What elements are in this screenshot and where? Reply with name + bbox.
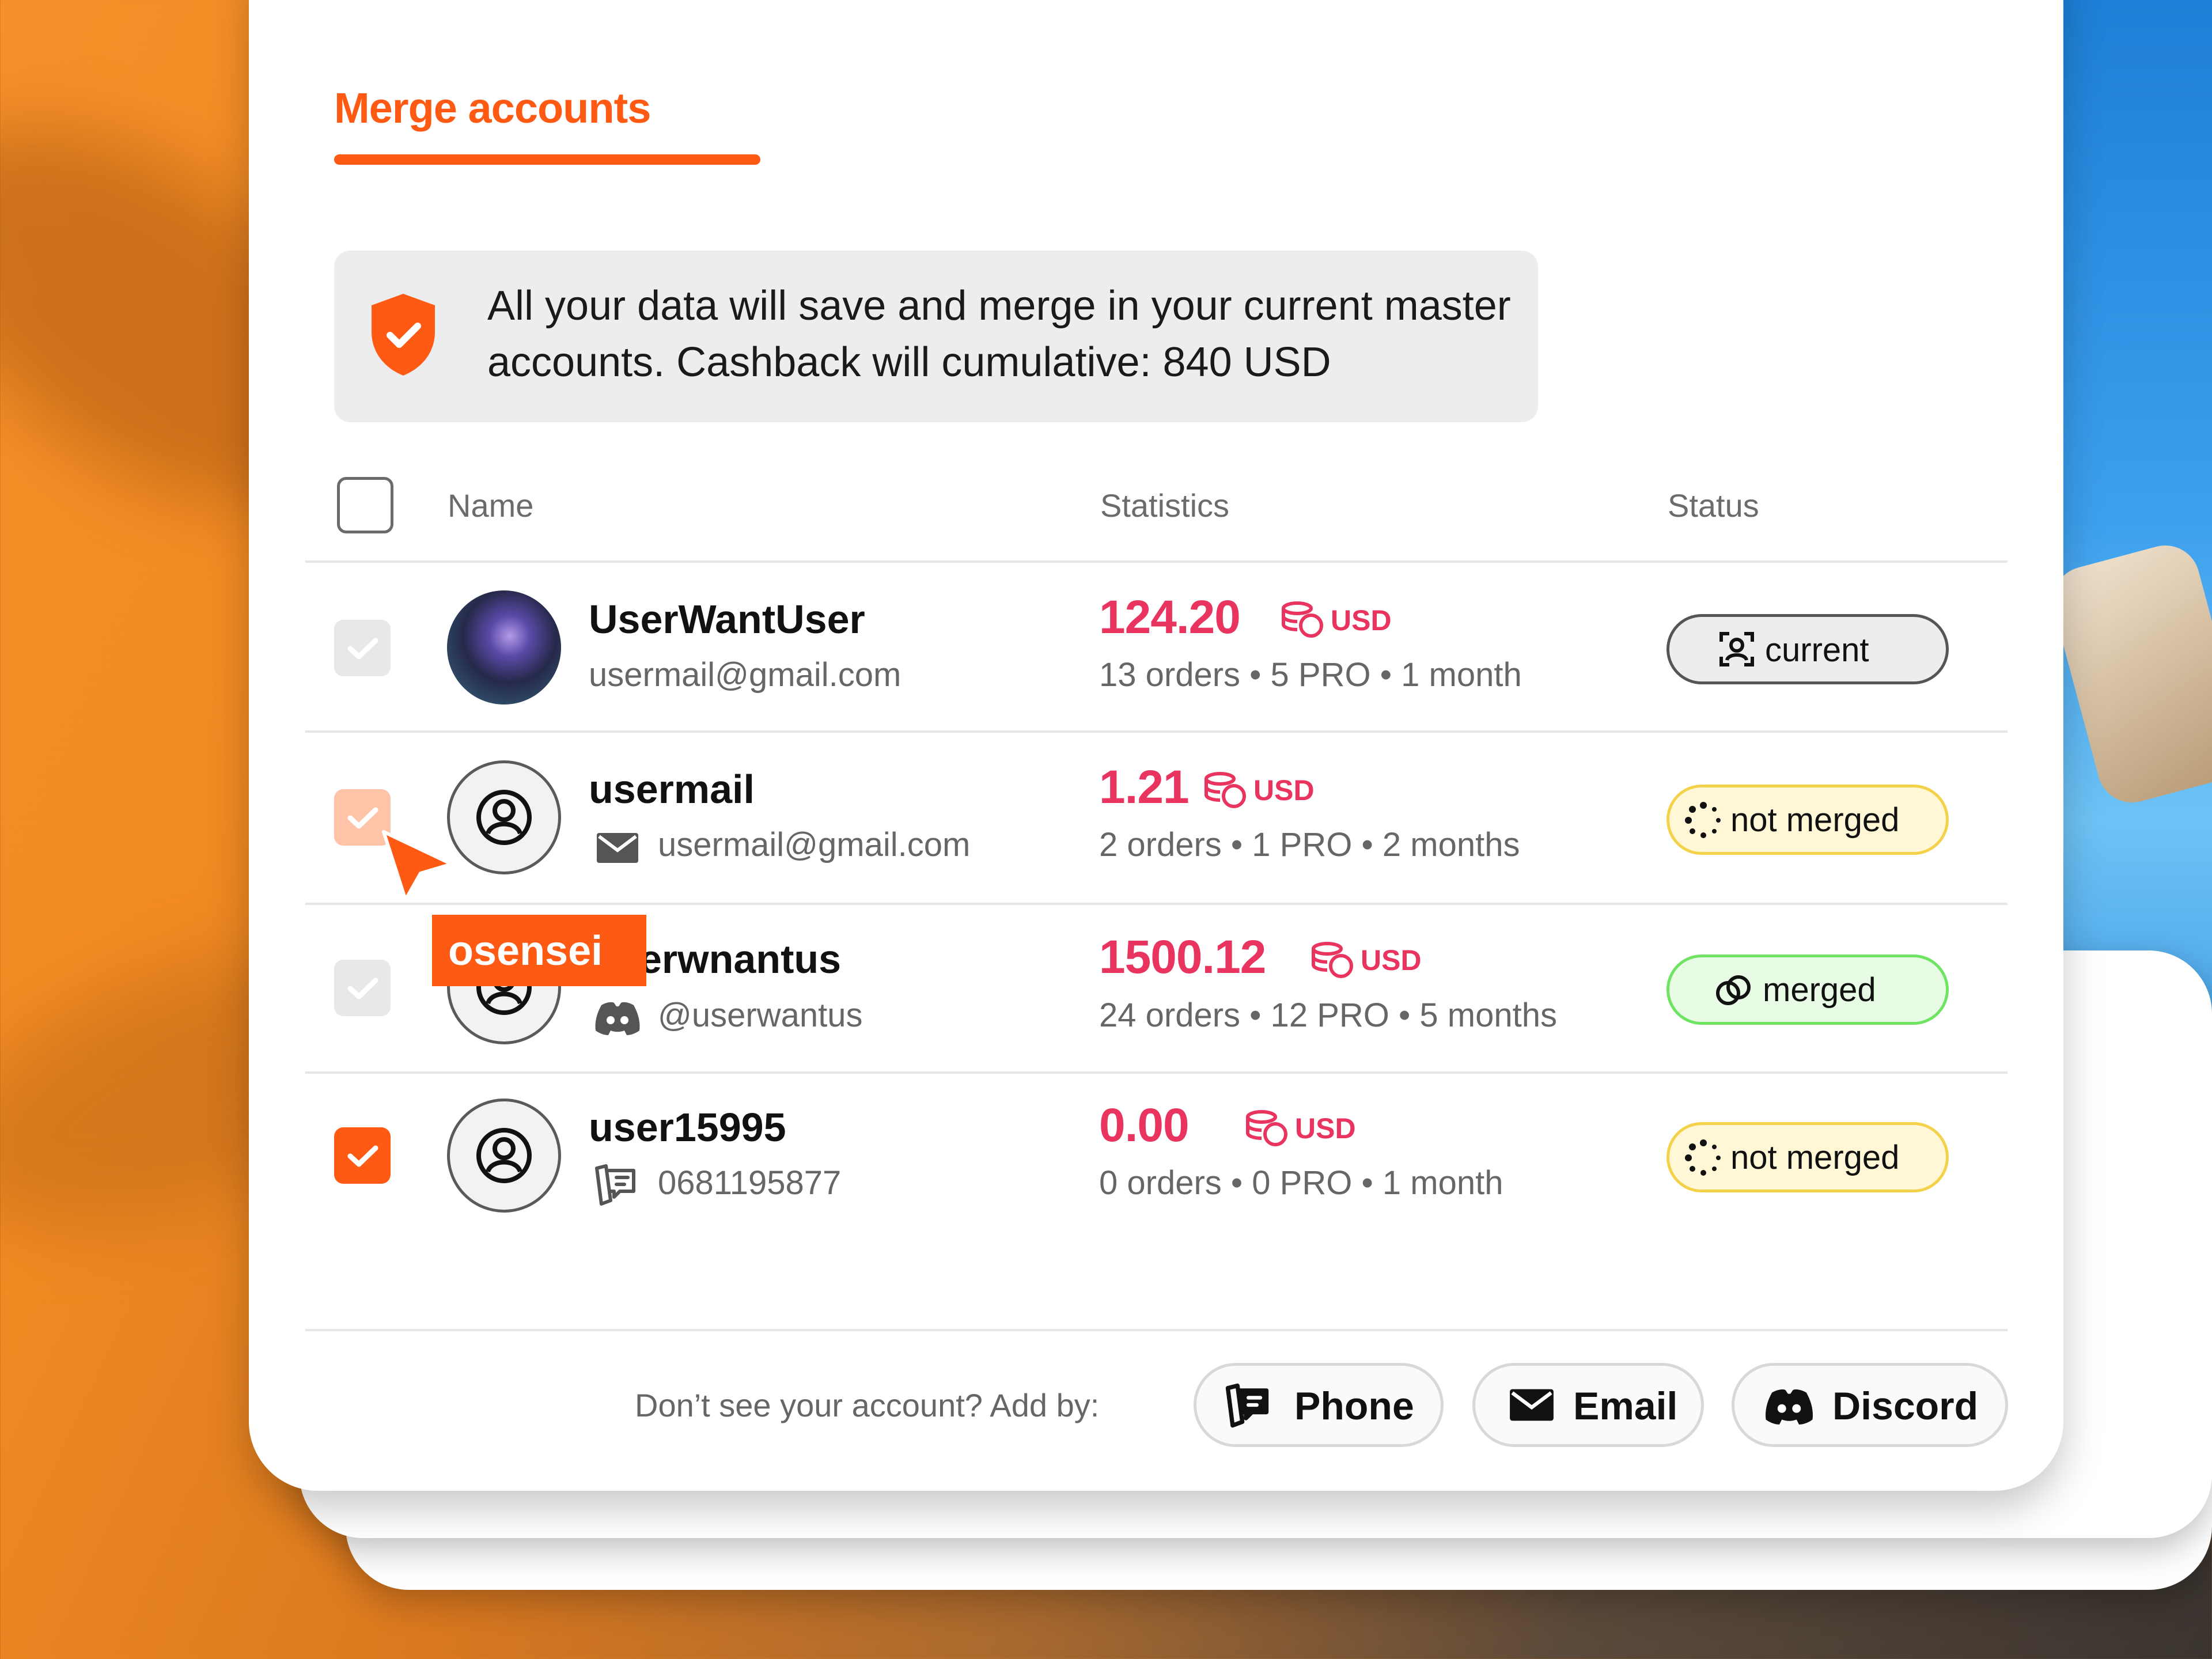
column-header-statistics: Statistics <box>1100 487 1230 524</box>
cashback-amount: 124.20 <box>1099 591 1241 643</box>
coins-icon <box>1246 1110 1287 1146</box>
tab-merge-accounts[interactable]: Merge accounts <box>334 84 651 132</box>
account-name: UserWantUser <box>589 597 865 642</box>
account-name: usermail <box>589 767 755 812</box>
divider <box>305 1329 2008 1331</box>
cursor-arrow-icon <box>382 830 453 902</box>
account-stats: 2 orders • 1 PRO • 2 months <box>1099 826 1520 863</box>
check-icon <box>347 1145 378 1167</box>
status-label: current <box>1765 631 1869 669</box>
cashback-amount: 1500.12 <box>1099 931 1266 983</box>
coins-icon <box>1312 942 1353 978</box>
account-stats: 24 orders • 12 PRO • 5 months <box>1099 997 1557 1034</box>
status-label: not merged <box>1730 1139 1900 1176</box>
mail-icon <box>1510 1389 1554 1421</box>
account-handle: @userwantus <box>658 997 863 1034</box>
account-stats: 0 orders • 0 PRO • 1 month <box>1099 1164 1503 1202</box>
cashback-amount: 0.00 <box>1099 1099 1190 1152</box>
account-phone: 0681195877 <box>658 1164 842 1202</box>
check-icon <box>347 978 378 999</box>
avatar-placeholder <box>447 1099 561 1213</box>
shield-check-icon <box>372 294 435 376</box>
button-label: Discord <box>1832 1384 1979 1428</box>
add-by-phone-button[interactable]: Phone <box>1194 1363 1444 1447</box>
button-label: Phone <box>1294 1384 1414 1428</box>
row-checkbox[interactable] <box>334 960 391 1016</box>
coins-icon <box>1205 772 1246 808</box>
divider <box>305 903 2008 905</box>
user-icon <box>476 790 532 845</box>
currency-label: USD <box>1295 1112 1356 1145</box>
merge-accounts-panel <box>249 0 2063 1491</box>
user-focus-icon <box>1719 632 1754 666</box>
column-header-name: Name <box>448 487 534 524</box>
account-name: user15995 <box>589 1105 786 1150</box>
account-email: usermail@gmail.com <box>658 826 971 863</box>
cashback-amount: 1.21 <box>1099 761 1190 813</box>
row-checkbox[interactable] <box>334 1127 391 1184</box>
discord-icon <box>595 1002 640 1035</box>
check-icon <box>347 638 378 660</box>
add-by-email-button[interactable]: Email <box>1472 1363 1704 1447</box>
cursor-name-label: osensei <box>448 928 603 974</box>
column-header-status: Status <box>1668 487 1759 524</box>
status-label: not merged <box>1730 801 1900 839</box>
mail-icon <box>597 833 638 863</box>
row-checkbox[interactable] <box>334 620 391 676</box>
link-icon <box>1716 975 1751 1005</box>
discord-icon <box>1766 1389 1813 1425</box>
tab-active-indicator <box>334 154 760 165</box>
status-label: merged <box>1763 971 1876 1009</box>
coins-icon <box>1282 601 1323 638</box>
currency-label: USD <box>1361 944 1422 976</box>
divider <box>305 1071 2008 1074</box>
account-stats: 13 orders • 5 PRO • 1 month <box>1099 656 1522 694</box>
phone-message-icon <box>1225 1383 1269 1428</box>
add-by-discord-button[interactable]: Discord <box>1732 1363 2008 1447</box>
user-icon <box>476 1128 532 1183</box>
avatar <box>447 590 561 704</box>
avatar-placeholder <box>447 760 561 874</box>
currency-label: USD <box>1253 774 1315 806</box>
info-banner-text: All your data will save and merge in you… <box>487 283 1511 385</box>
account-name: erwnantus <box>639 937 842 982</box>
add-account-prompt: Don’t see your account? Add by: <box>635 1387 1100 1423</box>
divider <box>305 730 2008 733</box>
loader-icon <box>1685 802 1721 838</box>
currency-label: USD <box>1331 604 1392 637</box>
account-email: usermail@gmail.com <box>589 656 902 694</box>
button-label: Email <box>1573 1384 1678 1428</box>
phone-message-icon <box>595 1164 635 1206</box>
loader-icon <box>1685 1139 1721 1176</box>
select-all-checkbox[interactable] <box>337 477 393 533</box>
divider <box>305 560 2008 563</box>
